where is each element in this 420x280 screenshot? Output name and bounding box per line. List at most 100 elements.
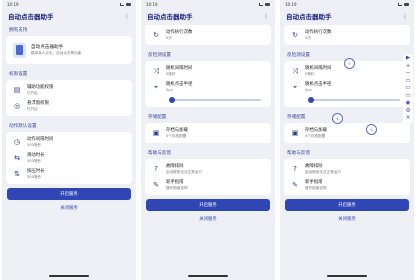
phone-screen-2: 10:19 自动点击器助手 ⋮ ↻ 动作执行次数 0次 反检测设置 ⤨ 随机间隔时… (141, 0, 275, 280)
app-thumbnail (13, 42, 26, 58)
eye-icon[interactable]: ◉ (406, 100, 411, 107)
radius-slider[interactable] (149, 95, 267, 105)
status-bar: 10:19 (141, 0, 275, 9)
anti-item-random-interval[interactable]: ⤨ 随机间隔时间 0毫秒 (149, 63, 267, 79)
item-subtitle: 已开启 (27, 106, 38, 111)
battery-icon (265, 3, 270, 6)
repeat-card: ↻ 动作执行次数 0次 (284, 25, 410, 45)
default-item-swipe[interactable]: ⇆ 滑动时长 300毫秒 (10, 150, 128, 166)
item-subtitle: 0个存档配置 (166, 133, 187, 138)
permission-item-overlay[interactable]: ◎ 悬浮窗权限 已开启 (10, 98, 128, 114)
close-icon[interactable]: ✕ (406, 115, 411, 122)
accessibility-icon: ▤ (13, 86, 21, 94)
signal-icon (259, 3, 263, 6)
signal-icon (398, 3, 402, 6)
item-subtitle: 0个存档配置 (305, 133, 326, 138)
overflow-menu-icon[interactable]: ⋮ (263, 13, 269, 20)
faq-icon: ? (154, 165, 158, 173)
location-icon: ⌖ (293, 82, 297, 91)
item-subtitle: 300毫秒 (27, 174, 42, 179)
app-bar: 自动点击器助手 ⋮ (2, 9, 136, 23)
click-target-marker[interactable]: ② (332, 113, 343, 124)
battery-icon (126, 3, 131, 6)
overflow-menu-icon[interactable]: ⋮ (402, 13, 408, 20)
shuffle-icon: ⤨ (153, 66, 159, 75)
app-title: 自动点击器助手 (147, 13, 193, 21)
storage-item[interactable]: ▣ 存档与加载 0个存档配置 (288, 125, 406, 141)
section-storage: 存储配置 (148, 115, 167, 120)
swipe-icon: ⇆ (14, 154, 20, 162)
item-subtitle: 操作指南说明 (166, 185, 188, 190)
repeat-item[interactable]: ↻ 动作执行次数 0次 (149, 27, 267, 43)
gear-icon[interactable]: ⚙ (406, 108, 411, 115)
help-item-guide[interactable]: ✎ 新手指南 操作指南说明 (149, 177, 267, 193)
default-item-hold[interactable]: ⇅ 按压时长 300毫秒 (10, 166, 128, 182)
status-bar: 10:19 (2, 0, 136, 9)
close-service-button[interactable]: 关闭服务 (146, 214, 270, 224)
section-storage: 存储配置 (287, 115, 306, 120)
radius-slider[interactable] (288, 95, 406, 105)
add-icon[interactable]: + (406, 63, 411, 70)
section-support: 拥有支持 (9, 28, 28, 33)
item-subtitle: 500毫秒 (27, 142, 42, 147)
anti-detect-card: ⤨ 随机间隔时间 0毫秒 ⌖ 随机点击半径 0px (145, 61, 271, 107)
remove-icon[interactable]: − (406, 70, 411, 77)
start-service-button[interactable]: 开启服务 (285, 199, 409, 211)
status-time: 10:19 (7, 2, 19, 7)
close-service-button[interactable]: 关闭服务 (7, 203, 131, 213)
start-service-button[interactable]: 开启服务 (7, 188, 131, 200)
anti-item-random-radius[interactable]: ⌖ 随机点击半径 0px (288, 79, 406, 95)
battery-icon (404, 3, 409, 6)
home-indicator (327, 275, 367, 277)
signal-icon (120, 3, 124, 6)
folder-icon[interactable]: ▭ (405, 85, 410, 92)
close-service-button[interactable]: 关闭服务 (285, 214, 409, 224)
help-item-faq[interactable]: ? 故障排除 启动程序无法正常运行 (149, 161, 267, 177)
section-help: 帮助与反馈 (148, 151, 171, 156)
item-subtitle: 启动程序无法正常运行 (166, 169, 202, 174)
item-subtitle: 已开启 (27, 90, 38, 95)
default-item-interval[interactable]: ◷ 动作间隔时间 500毫秒 (10, 134, 128, 150)
storage-card: ▣ 存档与加载 0个存档配置 (284, 123, 410, 143)
edit-icon[interactable]: ▭ (405, 93, 410, 100)
item-subtitle: 0毫秒 (305, 71, 315, 76)
status-time: 10:19 (146, 2, 158, 7)
app-bar: 自动点击器助手 ⋮ (280, 9, 414, 23)
screenshots-row: 10:19 自动点击器助手 ⋮ 拥有支持 自动点击器助手 模拟真人点击、自动点击… (0, 0, 420, 280)
storage-item[interactable]: ▣ 存档与加载 0个存档配置 (149, 125, 267, 141)
app-title: 自动点击器助手 (286, 13, 332, 21)
slider-thumb[interactable] (308, 96, 314, 103)
item-subtitle: 0px (305, 87, 312, 92)
phone-screen-1: 10:19 自动点击器助手 ⋮ 拥有支持 自动点击器助手 模拟真人点击、自动点击… (2, 0, 136, 280)
help-card: ? 故障排除 启动程序无法正常运行 ✎ 新手指南 操作指南说明 (145, 159, 271, 195)
play-icon[interactable]: ▶ (406, 55, 410, 62)
home-indicator (49, 275, 89, 277)
anti-item-random-radius[interactable]: ⌖ 随机点击半径 0px (149, 79, 267, 95)
section-help: 帮助与反馈 (287, 151, 310, 156)
help-item-faq[interactable]: ? 故障排除 启动程序无法正常运行 (288, 161, 406, 177)
hold-icon: ⇅ (14, 170, 20, 178)
save-icon: ▣ (152, 129, 160, 137)
item-subtitle: 0次 (305, 35, 311, 40)
status-time: 10:19 (285, 2, 297, 7)
start-service-button[interactable]: 开启服务 (146, 199, 270, 211)
click-target-marker[interactable]: ③ (366, 124, 377, 135)
save-icon[interactable]: ▭ (405, 78, 410, 85)
help-item-guide[interactable]: ✎ 新手指南 操作指南说明 (288, 177, 406, 193)
item-subtitle: 0毫秒 (166, 71, 176, 76)
repeat-icon: ↻ (292, 31, 298, 39)
overlay-icon: ◎ (13, 102, 21, 110)
permission-item-accessibility[interactable]: ▤ 辅助功能权限 已开启 (10, 82, 128, 98)
floating-toolbar: ▶ + − ▭ ▭ ▭ ◉ ⚙ ✕ (403, 54, 413, 124)
location-icon: ⌖ (154, 82, 158, 91)
support-card[interactable]: 自动点击器助手 模拟真人点击、自动点击等功能 (6, 36, 132, 64)
click-target-marker[interactable]: ① (344, 58, 355, 69)
item-subtitle: 0次 (166, 35, 172, 40)
app-title: 自动点击器助手 (8, 13, 54, 21)
status-bar: 10:19 (280, 0, 414, 9)
section-permissions: 权限设置 (9, 72, 28, 77)
slider-thumb[interactable] (169, 96, 175, 103)
overflow-menu-icon[interactable]: ⋮ (124, 13, 130, 20)
repeat-item[interactable]: ↻ 动作执行次数 0次 (288, 27, 406, 43)
save-icon: ▣ (291, 129, 299, 137)
